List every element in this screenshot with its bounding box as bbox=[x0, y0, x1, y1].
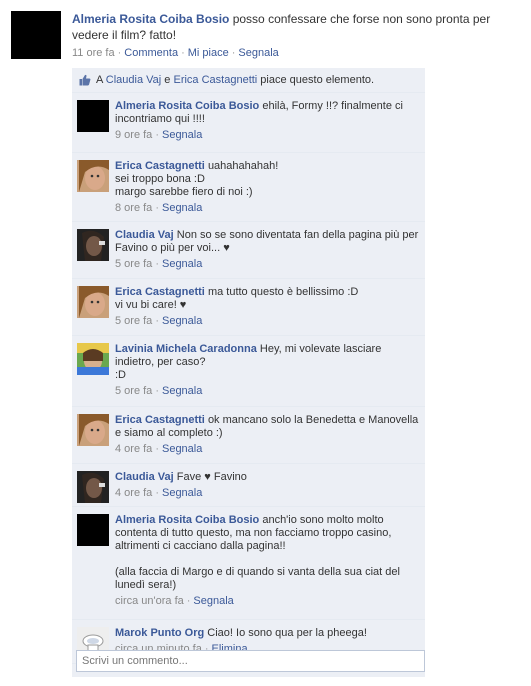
comment-time[interactable]: 5 ore fa bbox=[115, 315, 152, 327]
comment-author[interactable]: Marok Punto Org bbox=[115, 627, 204, 639]
comment-input[interactable]: Scrivi un commento... bbox=[76, 650, 425, 672]
comment-text: Fave ♥ Favino bbox=[176, 471, 247, 483]
comment-item: Almeria Rosita Coiba Bosio ehilà, Formy … bbox=[72, 93, 425, 153]
comment-avatar[interactable] bbox=[77, 343, 109, 375]
comment-item: Erica Castagnetti ok mancano solo la Ben… bbox=[72, 407, 425, 464]
comment-body: Almeria Rosita Coiba Bosio anch'io sono … bbox=[115, 514, 400, 607]
comment-link[interactable]: Commenta bbox=[124, 47, 178, 59]
comment-segnala-link[interactable]: Segnala bbox=[162, 385, 202, 397]
comment-author[interactable]: Erica Castagnetti bbox=[115, 160, 205, 172]
comment-avatar[interactable] bbox=[77, 514, 109, 546]
post-meta: 11 ore fa · Commenta · Mi piace · Segnala bbox=[72, 47, 279, 59]
comment-author[interactable]: Claudia Vaj bbox=[115, 471, 174, 483]
comment-author[interactable]: Erica Castagnetti bbox=[115, 414, 205, 426]
like-link[interactable]: Mi piace bbox=[188, 47, 229, 59]
comment-body: Lavinia Michela Caradonna Hey, mi voleva… bbox=[115, 343, 382, 397]
comment-segnala-link[interactable]: Segnala bbox=[162, 129, 202, 141]
comment-body: Erica Castagnetti uahahahahah! sei tropp… bbox=[115, 160, 279, 214]
comment-author[interactable]: Lavinia Michela Caradonna bbox=[115, 343, 257, 355]
post-author-avatar[interactable] bbox=[11, 11, 61, 59]
comment-body: Almeria Rosita Coiba Bosio ehilà, Formy … bbox=[115, 100, 403, 141]
comment-body: Claudia Vaj Non so se sono diventata fan… bbox=[115, 229, 419, 270]
report-link[interactable]: Segnala bbox=[238, 47, 278, 59]
comment-avatar[interactable] bbox=[77, 100, 109, 132]
comment-segnala-link[interactable]: Segnala bbox=[162, 443, 202, 455]
comment-time[interactable]: 9 ore fa bbox=[115, 129, 152, 141]
comment-list: Almeria Rosita Coiba Bosio ehilà, Formy … bbox=[72, 93, 425, 664]
comment-time[interactable]: 4 ore fa bbox=[115, 443, 152, 455]
comment-segnala-link[interactable]: Segnala bbox=[162, 487, 202, 499]
comment-avatar[interactable] bbox=[77, 414, 109, 446]
comment-segnala-link[interactable]: Segnala bbox=[162, 202, 202, 214]
comment-author[interactable]: Almeria Rosita Coiba Bosio bbox=[115, 514, 259, 526]
comment-segnala-link[interactable]: Segnala bbox=[162, 258, 202, 270]
liker-link[interactable]: Claudia Vaj bbox=[106, 74, 161, 86]
post-author-name[interactable]: Almeria Rosita Coiba Bosio bbox=[72, 12, 229, 26]
comment-segnala-link[interactable]: Segnala bbox=[193, 595, 233, 607]
post-body: Almeria Rosita Coiba Bosio posso confess… bbox=[72, 11, 527, 60]
likes-summary: A Claudia Vaj e Erica Castagnetti piace … bbox=[72, 68, 425, 93]
comment-avatar[interactable] bbox=[77, 229, 109, 261]
comment-body: Erica Castagnetti ok mancano solo la Ben… bbox=[115, 414, 419, 455]
comment-item: Claudia Vaj Fave ♥ Favino 4 ore fa · Segnal… bbox=[72, 464, 425, 507]
comment-time[interactable]: circa un'ora fa bbox=[115, 595, 184, 607]
comment-item: Lavinia Michela Caradonna Hey, mi voleva… bbox=[72, 336, 425, 407]
comment-author[interactable]: Erica Castagnetti bbox=[115, 286, 205, 298]
comment-text: Ciao! Io sono qua per la pheega! bbox=[207, 627, 367, 639]
comments-feed: A Claudia Vaj e Erica Castagnetti piace … bbox=[72, 68, 425, 677]
comment-segnala-link[interactable]: Segnala bbox=[162, 315, 202, 327]
comment-time[interactable]: 5 ore fa bbox=[115, 258, 152, 270]
comment-avatar[interactable] bbox=[77, 471, 109, 503]
comment-time[interactable]: 5 ore fa bbox=[115, 385, 152, 397]
comment-avatar[interactable] bbox=[77, 286, 109, 318]
comment-avatar[interactable] bbox=[77, 160, 109, 192]
comment-author[interactable]: Claudia Vaj bbox=[115, 229, 174, 241]
comment-item: Claudia Vaj Non so se sono diventata fan… bbox=[72, 222, 425, 279]
comment-body: Erica Castagnetti ma tutto questo è bell… bbox=[115, 286, 359, 327]
comment-time[interactable]: 8 ore fa bbox=[115, 202, 152, 214]
thumbs-up-icon bbox=[79, 74, 91, 86]
comment-time[interactable]: 4 ore fa bbox=[115, 487, 152, 499]
comment-item: Almeria Rosita Coiba Bosio anch'io sono … bbox=[72, 507, 425, 620]
comment-item: Erica Castagnetti ma tutto questo è bell… bbox=[72, 279, 425, 336]
comment-author[interactable]: Almeria Rosita Coiba Bosio bbox=[115, 100, 259, 112]
comment-body: Claudia Vaj Fave ♥ Favino 4 ore fa · Segnal… bbox=[115, 471, 247, 499]
liker-link[interactable]: Erica Castagnetti bbox=[173, 74, 257, 86]
comment-item: Erica Castagnetti uahahahahah! sei tropp… bbox=[72, 153, 425, 222]
post-time[interactable]: 11 ore fa bbox=[72, 47, 115, 59]
